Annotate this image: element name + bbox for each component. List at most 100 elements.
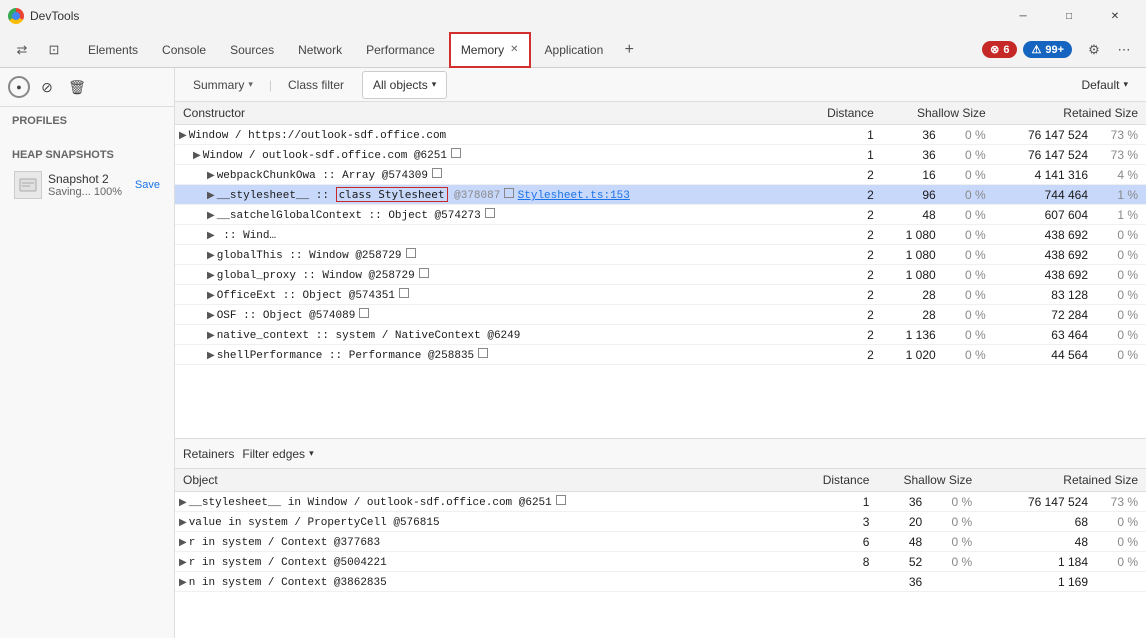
node-icon[interactable]	[478, 348, 488, 358]
node-icon[interactable]	[451, 148, 461, 158]
tree-arrow[interactable]: ▶	[207, 290, 215, 301]
node-icon[interactable]	[359, 308, 369, 318]
tree-arrow[interactable]: ▶	[207, 170, 215, 181]
tree-arrow[interactable]: ▶	[207, 210, 215, 221]
tree-arrow[interactable]: ▶	[207, 310, 215, 321]
save-link[interactable]: Save	[135, 179, 160, 191]
record-button[interactable]: ●	[8, 76, 30, 98]
node-icon[interactable]	[432, 168, 442, 178]
tree-arrow[interactable]: ▶	[207, 350, 215, 361]
retainers-panel: Retainers Filter edges ▾ Object Distance…	[175, 438, 1146, 638]
sub-tab-classfilter[interactable]: Class filter	[278, 68, 354, 102]
table-row[interactable]: ▶value in system / PropertyCell @5768153…	[175, 512, 1146, 532]
tab-memory[interactable]: Memory ✕	[449, 32, 531, 68]
col-distance-header[interactable]: Distance	[797, 102, 881, 125]
table-row[interactable]: ▶__stylesheet__ in Window / outlook-sdf.…	[175, 492, 1146, 512]
tab-bar: ⇄ ⊡ Elements Console Sources Network Per…	[0, 32, 1146, 68]
node-icon[interactable]	[485, 208, 495, 218]
node-icon[interactable]	[504, 188, 514, 198]
ret-col-shallow-header[interactable]: Shallow Size	[877, 469, 980, 492]
table-row[interactable]: ▶globalThis :: Window @25872921 0800 %43…	[175, 245, 1146, 265]
col-constructor-header[interactable]: Constructor	[175, 102, 797, 125]
minimize-button[interactable]: ─	[1000, 0, 1046, 32]
tab-sources[interactable]: Sources	[218, 32, 286, 68]
distance-cell: 2	[797, 245, 881, 265]
memory-tab-label: Memory	[461, 43, 504, 57]
table-row[interactable]: ▶ :: Wind…21 0800 %438 6920 %	[175, 225, 1146, 245]
default-select[interactable]: Default ▾	[1071, 71, 1138, 99]
table-row[interactable]: ▶shellPerformance :: Performance @258835…	[175, 345, 1146, 365]
table-row[interactable]: ▶n in system / Context @3862835361 169	[175, 572, 1146, 592]
snapshot-item[interactable]: Snapshot 2 Saving... 100% Save	[8, 167, 166, 203]
tree-arrow[interactable]: ▶	[207, 330, 215, 341]
ret-col-distance-header[interactable]: Distance	[782, 469, 877, 492]
tab-console[interactable]: Console	[150, 32, 218, 68]
object-cell: ▶r in system / Context @5004221	[175, 552, 782, 572]
distance-cell: 2	[797, 265, 881, 285]
more-button[interactable]: ⋯	[1110, 36, 1138, 64]
col-shallow-header[interactable]: Shallow Size	[882, 102, 994, 125]
ret-col-object-header[interactable]: Object	[175, 469, 782, 492]
sub-tab-bar: Summary ▾ | Class filter All objects ▾ D…	[175, 68, 1146, 102]
table-row[interactable]: ▶webpackChunkOwa :: Array @5743092160 %4…	[175, 165, 1146, 185]
tree-arrow[interactable]: ▶	[179, 577, 187, 588]
dock-button[interactable]: ⊡	[40, 36, 68, 64]
table-row[interactable]: ▶Window / outlook-sdf.office.com @625113…	[175, 145, 1146, 165]
shallow-pct-cell: 0 %	[944, 265, 994, 285]
tab-performance[interactable]: Performance	[354, 32, 447, 68]
retained-cell: 63 464	[994, 325, 1096, 345]
table-row[interactable]: ▶__satchelGlobalContext :: Object @57427…	[175, 205, 1146, 225]
tree-arrow[interactable]: ▶	[207, 270, 215, 281]
table-row[interactable]: ▶r in system / Context @3776836480 %480 …	[175, 532, 1146, 552]
stop-button[interactable]: ⊘	[34, 74, 60, 100]
col-retained-header[interactable]: Retained Size	[994, 102, 1146, 125]
node-icon[interactable]	[419, 268, 429, 278]
all-objects-select[interactable]: All objects ▾	[362, 71, 447, 99]
tree-arrow[interactable]: ▶	[207, 190, 215, 201]
tree-arrow[interactable]: ▶	[179, 537, 187, 548]
tree-arrow[interactable]: ▶	[193, 150, 201, 161]
node-icon[interactable]	[556, 495, 566, 505]
error-badge[interactable]: ⊗ 6	[982, 41, 1017, 58]
tree-arrow[interactable]: ▶	[179, 517, 187, 528]
filter-edges[interactable]: Filter edges ▾	[242, 447, 313, 461]
ret-retained-cell: 48	[980, 532, 1096, 552]
ret-retained-pct-cell: 73 %	[1096, 492, 1146, 512]
node-icon[interactable]	[406, 248, 416, 258]
shallow-cell: 36	[882, 125, 944, 145]
tree-arrow[interactable]: ▶	[207, 230, 215, 241]
clear-button[interactable]: 🗑	[64, 74, 90, 100]
memory-tab-close[interactable]: ✕	[510, 44, 518, 55]
table-row[interactable]: ▶global_proxy :: Window @25872921 0800 %…	[175, 265, 1146, 285]
table-row[interactable]: ▶native_context :: system / NativeContex…	[175, 325, 1146, 345]
tab-network[interactable]: Network	[286, 32, 354, 68]
table-row[interactable]: ▶r in system / Context @50042218520 %1 1…	[175, 552, 1146, 572]
object-cell: ▶r in system / Context @377683	[175, 532, 782, 552]
constructor-text: globalThis :: Window @258729	[217, 250, 402, 262]
customize-button[interactable]: ⚙	[1080, 36, 1108, 64]
sub-tab-summary[interactable]: Summary ▾	[183, 68, 263, 102]
add-tab-button[interactable]: +	[615, 36, 643, 64]
sidebar-toolbar: ● ⊘ 🗑	[0, 68, 174, 107]
tree-arrow[interactable]: ▶	[207, 250, 215, 261]
close-button[interactable]: ✕	[1092, 0, 1138, 32]
warning-badge[interactable]: ⚠ 99+	[1023, 41, 1072, 58]
tree-arrow[interactable]: ▶	[179, 130, 187, 141]
tree-arrow[interactable]: ▶	[179, 497, 187, 508]
table-row[interactable]: ▶__stylesheet__ :: class Stylesheet @378…	[175, 185, 1146, 205]
table-row[interactable]: ▶OfficeExt :: Object @5743512280 %83 128…	[175, 285, 1146, 305]
tab-elements[interactable]: Elements	[76, 32, 150, 68]
maximize-button[interactable]: □	[1046, 0, 1092, 32]
shallow-cell: 1 080	[882, 265, 944, 285]
retained-cell: 438 692	[994, 245, 1096, 265]
source-link[interactable]: Stylesheet.ts:153	[518, 190, 630, 202]
table-row[interactable]: ▶Window / https://outlook-sdf.office.com…	[175, 125, 1146, 145]
node-icon[interactable]	[399, 288, 409, 298]
back-forward-button[interactable]: ⇄	[8, 36, 36, 64]
table-row[interactable]: ▶OSF :: Object @5740892280 %72 2840 %	[175, 305, 1146, 325]
distance-cell: 2	[797, 345, 881, 365]
classfilter-label: Class filter	[288, 78, 344, 92]
tab-application[interactable]: Application	[533, 32, 616, 68]
tree-arrow[interactable]: ▶	[179, 557, 187, 568]
ret-col-retained-header[interactable]: Retained Size	[980, 469, 1146, 492]
